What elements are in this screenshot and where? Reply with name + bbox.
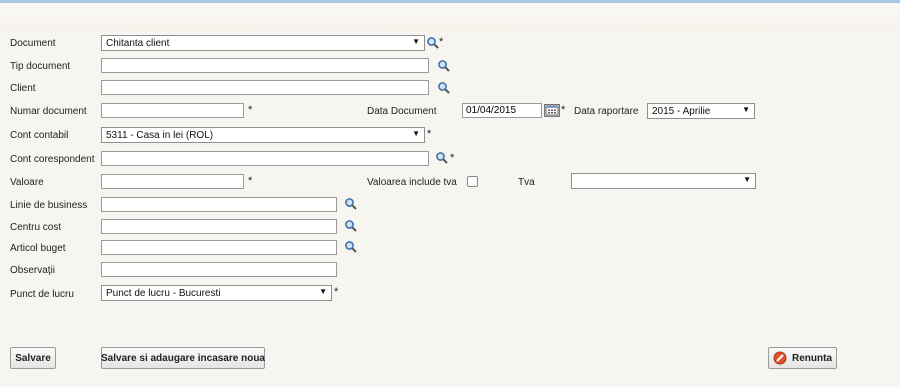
linie-de-business-input[interactable]	[101, 197, 337, 212]
search-icon[interactable]	[344, 197, 358, 211]
linie-de-business-label: Linie de business	[10, 200, 88, 211]
cancel-icon	[773, 351, 787, 365]
cancel-button[interactable]: Renunta	[768, 347, 837, 369]
chevron-down-icon: ▼	[319, 287, 327, 296]
save-button[interactable]: Salvare	[10, 347, 56, 369]
valoarea-include-tva-label: Valoarea include tva	[367, 177, 457, 188]
tip-document-label: Tip document	[10, 61, 71, 72]
punct-de-lucru-value: Punct de lucru - Bucuresti	[106, 288, 221, 299]
search-icon[interactable]	[426, 36, 440, 50]
chevron-down-icon: ▼	[412, 129, 420, 138]
cancel-button-label: Renunta	[792, 352, 832, 364]
required-marker: *	[248, 175, 253, 187]
tva-select[interactable]: ▼	[571, 173, 756, 189]
punct-de-lucru-label: Punct de lucru	[10, 289, 74, 300]
search-icon[interactable]	[437, 59, 451, 73]
cont-contabil-select[interactable]: 5311 - Casa in lei (ROL) ▼	[101, 127, 425, 143]
search-icon[interactable]	[344, 240, 358, 254]
cont-contabil-label: Cont contabil	[10, 130, 69, 141]
centru-cost-label: Centru cost	[10, 222, 62, 233]
punct-de-lucru-select[interactable]: Punct de lucru - Bucuresti ▼	[101, 285, 332, 301]
chevron-down-icon: ▼	[742, 105, 750, 114]
search-icon[interactable]	[344, 219, 358, 233]
required-marker: *	[334, 286, 339, 298]
client-input[interactable]	[101, 80, 429, 95]
save-and-add-button[interactable]: Salvare si adaugare incasare noua	[101, 347, 265, 369]
required-marker: *	[450, 152, 455, 164]
cont-corespondent-input[interactable]	[101, 151, 429, 166]
data-raportare-value: 2015 - Aprilie	[652, 106, 711, 117]
header-strip	[0, 3, 900, 29]
document-select[interactable]: Chitanta client ▼	[101, 35, 425, 51]
observatii-label: Observaţii	[10, 265, 56, 276]
cont-corespondent-label: Cont corespondent	[10, 154, 95, 165]
required-marker: *	[439, 36, 444, 48]
centru-cost-input[interactable]	[101, 219, 337, 234]
observatii-input[interactable]	[101, 262, 337, 277]
chevron-down-icon: ▼	[743, 175, 751, 184]
articol-buget-input[interactable]	[101, 240, 337, 255]
valoare-input[interactable]	[101, 174, 244, 189]
valoare-label: Valoare	[10, 177, 44, 188]
data-document-input[interactable]	[462, 103, 542, 118]
required-marker: *	[248, 104, 253, 116]
articol-buget-label: Articol buget	[10, 243, 66, 254]
calendar-icon[interactable]	[544, 104, 560, 117]
search-icon[interactable]	[437, 81, 451, 95]
valoarea-include-tva-checkbox[interactable]	[467, 176, 478, 187]
data-raportare-select[interactable]: 2015 - Aprilie ▼	[647, 103, 755, 119]
numar-document-label: Numar document	[10, 106, 87, 117]
numar-document-input[interactable]	[101, 103, 244, 118]
tip-document-input[interactable]	[101, 58, 429, 73]
cont-contabil-value: 5311 - Casa in lei (ROL)	[106, 130, 214, 141]
client-label: Client	[10, 83, 36, 94]
required-marker: *	[561, 104, 566, 116]
data-document-label: Data Document	[367, 106, 437, 117]
chevron-down-icon: ▼	[412, 37, 420, 46]
tva-label: Tva	[518, 177, 535, 188]
document-select-value: Chitanta client	[106, 38, 170, 49]
data-raportare-label: Data raportare	[574, 106, 639, 117]
search-icon[interactable]	[435, 151, 449, 165]
required-marker: *	[427, 128, 432, 140]
document-label: Document	[10, 38, 56, 49]
